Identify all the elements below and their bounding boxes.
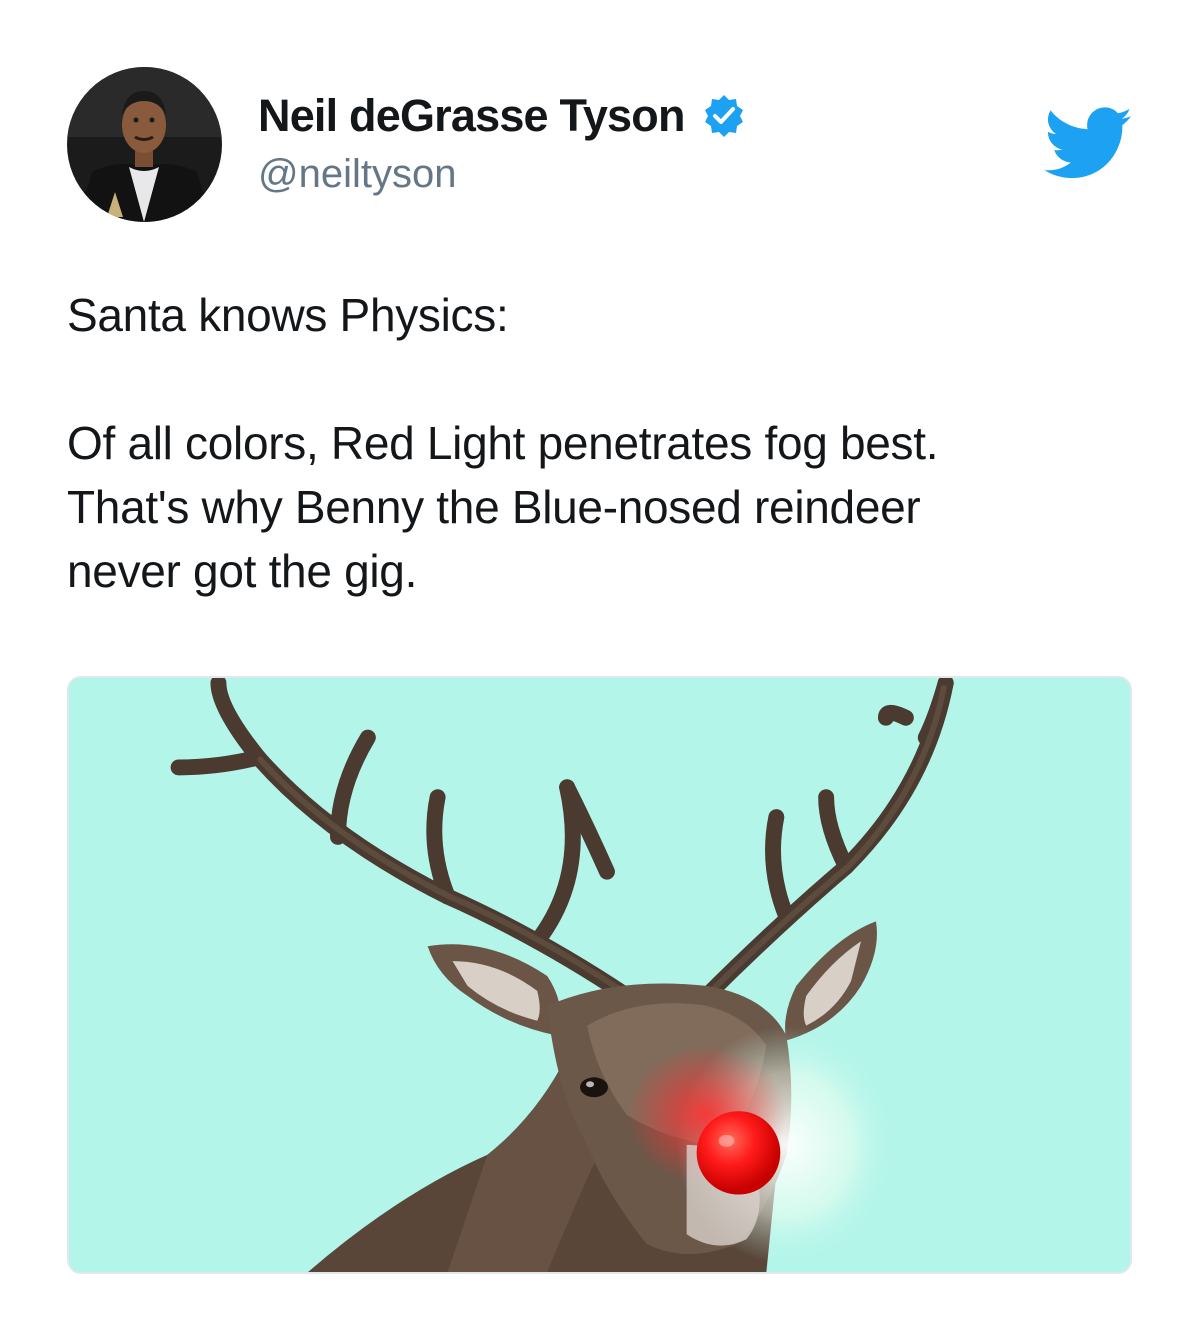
author-display-name[interactable]: Neil deGrasse Tyson [258, 88, 685, 144]
author-avatar[interactable] [67, 67, 222, 222]
avatar-photo [67, 67, 222, 222]
tweet-text-line: Santa knows Physics: [67, 289, 509, 341]
tweet-media-image[interactable] [67, 676, 1132, 1274]
author-handle[interactable]: @neiltyson [258, 148, 456, 200]
reindeer-image [69, 678, 1130, 1272]
tweet-text-line: That's why Benny the Blue-nosed reindeer [67, 481, 921, 533]
tweet-text-line: never got the gig. [67, 545, 418, 597]
tweet-text-line: Of all colors, Red Light penetrates fog … [67, 417, 939, 469]
tweet-text: Santa knows Physics: Of all colors, Red … [67, 283, 1147, 603]
author-name-row: Neil deGrasse Tyson [258, 88, 747, 144]
verified-badge-icon [701, 93, 747, 139]
twitter-bird-icon[interactable] [1044, 107, 1134, 181]
